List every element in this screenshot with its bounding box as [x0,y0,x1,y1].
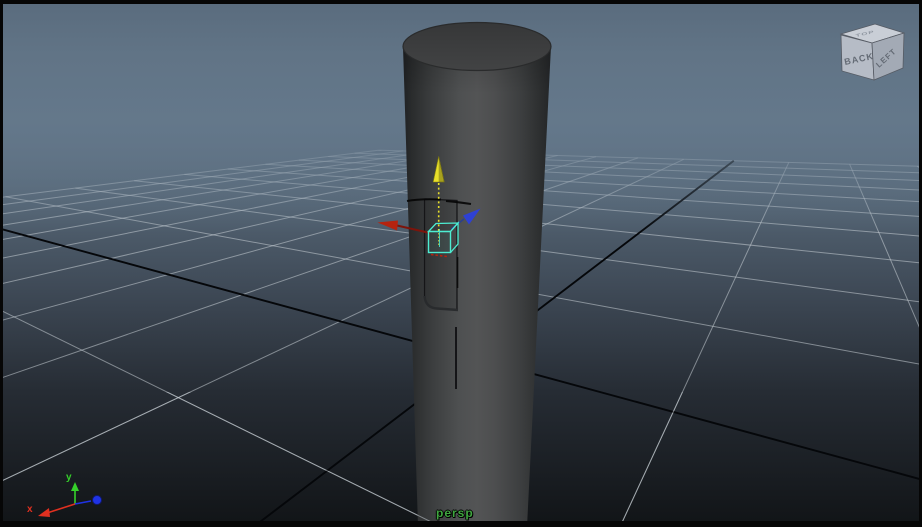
gizmo-y-label: y [66,472,72,483]
gizmo-z-axis [74,495,102,505]
gizmo-x-label: x [27,504,33,515]
maya-viewport-window: BACK LEFT TOP y x persp [0,0,922,527]
camera-name-label: persp [436,506,474,520]
gizmo-x-axis: x [27,503,76,517]
perspective-viewport[interactable]: BACK LEFT TOP y x persp [3,4,919,521]
axis-orientation-gizmo: y x [27,472,102,517]
gizmo-y-axis: y [66,472,79,504]
